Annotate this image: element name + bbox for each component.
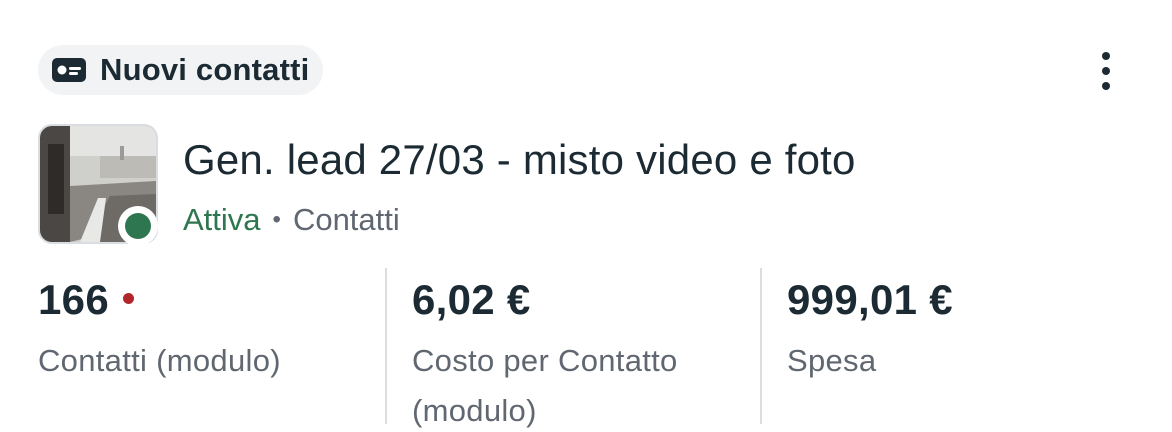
metric-value: 166 <box>38 276 109 323</box>
divider <box>385 268 387 424</box>
metric-value: 999,01 € <box>787 276 953 323</box>
alert-dot-icon <box>122 292 134 304</box>
objective-badge: Nuovi contatti <box>38 45 324 95</box>
contact-card-icon <box>52 58 86 82</box>
metric-label: Spesa <box>787 343 877 378</box>
ad-status: Attiva <box>183 202 261 237</box>
objective-label: Nuovi contatti <box>100 52 310 87</box>
metric-leads[interactable]: 166 Contatti (modulo) <box>38 274 368 386</box>
metric-label: Contatti (modulo) <box>38 343 281 378</box>
divider <box>760 268 762 424</box>
metric-spend[interactable]: 999,01 € Spesa <box>787 274 1117 386</box>
more-vertical-icon <box>1102 52 1110 60</box>
ad-status-line: Attiva • Contatti <box>183 202 400 238</box>
ad-summary-card[interactable]: Nuovi contatti Gen. lead 27/03 - misto v… <box>0 0 1172 432</box>
more-options-button[interactable] <box>1084 48 1128 94</box>
separator-dot: • <box>272 206 281 233</box>
active-status-indicator <box>118 206 158 246</box>
ad-title[interactable]: Gen. lead 27/03 - misto video e foto <box>183 136 856 184</box>
ad-thumbnail[interactable] <box>38 124 158 246</box>
metric-value: 6,02 € <box>412 276 531 323</box>
metric-cost-per-lead[interactable]: 6,02 € Costo per Contatto (modulo) <box>412 274 742 432</box>
metric-label: Costo per Contatto (modulo) <box>412 343 678 428</box>
ad-type: Contatti <box>292 202 400 237</box>
